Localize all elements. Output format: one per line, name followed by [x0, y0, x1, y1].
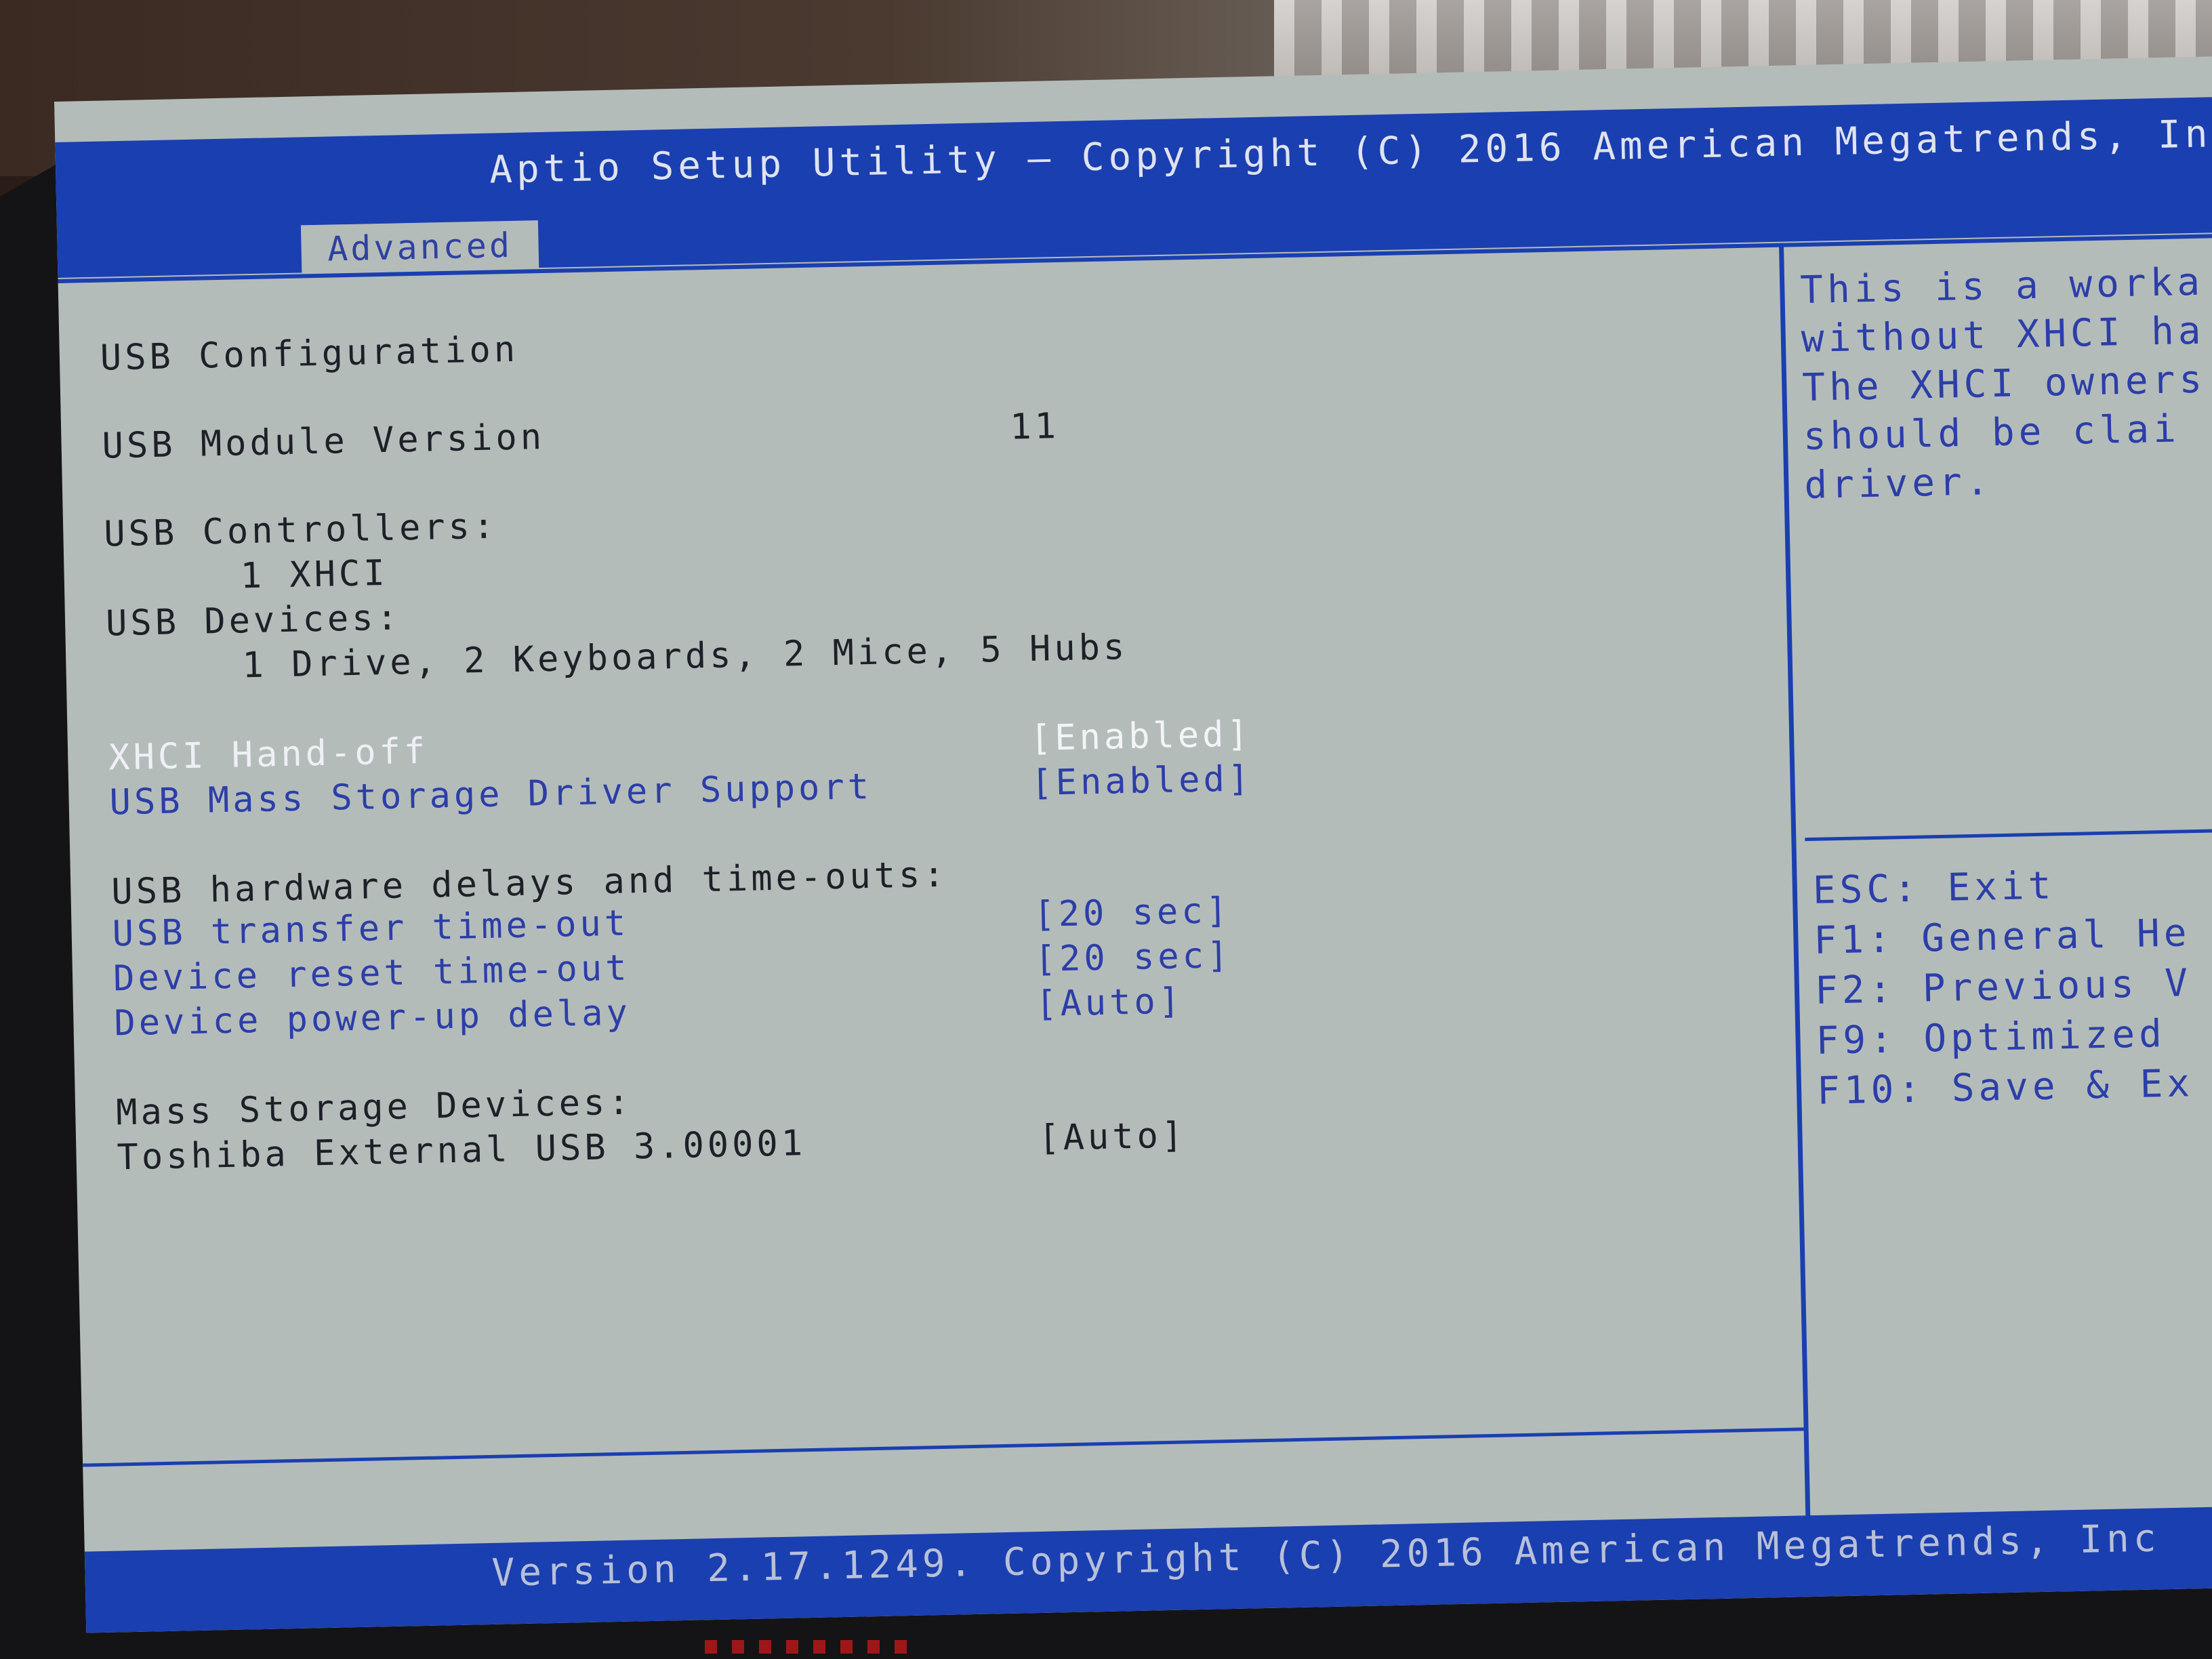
bottom-divider	[83, 1427, 1804, 1467]
key-hint-esc: ESC: Exit	[1812, 863, 2055, 913]
module-version-value: 11	[1009, 406, 1060, 448]
controllers-label: USB Controllers:	[103, 506, 498, 555]
help-line: should be clai	[1803, 407, 2181, 459]
help-line: driver.	[1803, 459, 1994, 508]
mass-storage-support-value[interactable]: [Enabled]	[1031, 758, 1253, 804]
power-led-glow	[705, 1640, 908, 1654]
section-title: USB Configuration	[100, 329, 519, 379]
powerup-delay-option[interactable]: Device power-up delay	[114, 992, 632, 1044]
key-hint-f1: F1: General He	[1813, 911, 2192, 963]
mass-storage-device-name: Toshiba External USB 3.00001	[117, 1123, 806, 1179]
tab-advanced[interactable]: Advanced	[300, 220, 539, 274]
xhci-handoff-option[interactable]: XHCI Hand-off	[108, 731, 429, 779]
mass-storage-device-value[interactable]: [Auto]	[1038, 1115, 1187, 1159]
devices-label: USB Devices:	[105, 597, 402, 644]
module-version-label: USB Module Version	[102, 416, 546, 467]
help-divider	[1805, 827, 2212, 842]
transfer-timeout-value[interactable]: [20 sec]	[1033, 890, 1231, 935]
controllers-value: 1 XHCI	[240, 552, 389, 597]
key-hint-f10: F10: Save & Ex	[1816, 1061, 2194, 1113]
powerup-delay-value[interactable]: [Auto]	[1036, 981, 1184, 1025]
help-line: without XHCI ha	[1801, 308, 2206, 362]
help-line: This is a worka	[1799, 260, 2205, 313]
reset-timeout-value[interactable]: [20 sec]	[1034, 935, 1232, 980]
mass-storage-devices-label: Mass Storage Devices:	[115, 1082, 634, 1134]
help-line: The XHCI owners	[1801, 357, 2207, 411]
key-hint-f9: F9: Optimized	[1815, 1012, 2167, 1063]
xhci-handoff-value[interactable]: [Enabled]	[1029, 714, 1252, 759]
bios-screen: Aptio Setup Utility – Copyright (C) 2016…	[54, 55, 2212, 1633]
delays-header: USB hardware delays and time-outs:	[110, 854, 949, 913]
reset-timeout-option[interactable]: Device reset time-out	[112, 947, 630, 999]
key-hint-f2: F2: Previous V	[1814, 961, 2192, 1013]
